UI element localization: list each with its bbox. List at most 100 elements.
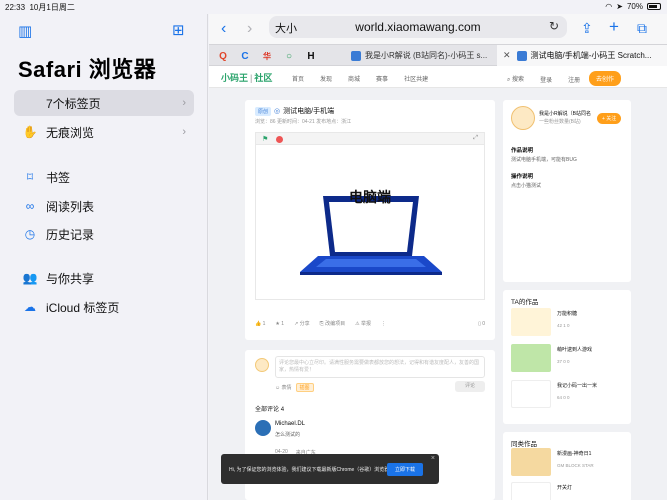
list-item[interactable]: 新漫画-神奇日1 GM BLOCK STAR [511,448,627,476]
list-item[interactable]: 萌叶逮到人游戏 37 0 0 [511,344,627,372]
comment-input[interactable]: 评论您最中心立尽印。请满性服务需要做表都放您的想法，记得和有谐友度配人，友善的国… [275,356,485,378]
author-works-card: TA的作品 万能积糖 42 1 0 萌叶逮到人游戏 37 0 0 我记小码一出一… [503,290,631,424]
sidebar-item-tabs[interactable]: 7个标签页 › [14,90,194,116]
work-thumbnail [511,448,551,476]
register-link[interactable]: 注册 [568,75,580,84]
tab-test-active[interactable]: ✕ 测试电脑/手机端-小码王 Scratch... [497,45,667,66]
forward-icon[interactable]: › [247,20,252,38]
private-hand-icon: ✋ [22,125,38,139]
similar-works-card: 同类作品 新漫画-神奇日1 GM BLOCK STAR 开关灯 [503,432,631,500]
author-subtitle: 一些粉丝数量(B站) [539,119,581,125]
project-title-row: 原创 ◎ 测试电脑/手机端 [255,106,334,116]
works-title: TA的作品 [511,299,539,306]
nav-contest[interactable]: 赛事 [376,74,388,83]
new-tab-group-icon[interactable]: ⊞ [172,21,185,39]
avatar[interactable] [511,106,535,130]
green-flag-icon[interactable]: ⚑ [262,135,268,143]
nav-shop[interactable]: 商城 [348,74,360,83]
nav-discover[interactable]: 发现 [320,74,332,83]
about-heading: 作品说明 [511,148,534,154]
safari-sidebar: ▥ ⊞ Safari 浏览器 7个标签页 › ✋ 无痕浏览 › ⌑ 书签 ∞ 阅… [0,14,208,500]
xiaomawang-favicon [351,50,361,61]
comment-text: 怎么测试的 [275,432,301,438]
project-card: 原创 ◎ 测试电脑/手机端 浏览：86 更新时间：04-21 发布地点：浙江 ⚑… [245,100,495,340]
login-link[interactable]: 登录 [540,75,552,84]
list-item[interactable]: 我记小码一出一米 64 0 0 [511,380,627,408]
project-stage[interactable]: ⚑ ⤢ 电脑端 [255,132,485,300]
toast-message: Hi, 为了保证您的浏览体验，我们建议下载最新版Chrome（谷歌）浏览器 [229,467,390,473]
tab-favicon-c[interactable]: C [237,48,253,64]
xiaomawang-favicon [516,50,527,61]
report-button[interactable]: ⚠ 举报 [355,320,371,327]
remix-button[interactable]: ⎘ 改编项目 [320,320,345,327]
author-name[interactable]: 我是小R解说（B站同名） [539,110,591,117]
reload-icon[interactable]: ↻ [549,19,559,33]
sidebar-item-icloud-tabs[interactable]: ☁ iCloud 标签页 [14,294,194,320]
avatar [255,358,269,372]
url-text[interactable]: world.xiaomawang.com [269,20,567,34]
like-button[interactable]: 👍 1 [255,321,265,327]
project-actions: 👍 1 ★ 1 ↗ 分享 ⎘ 改编项目 ⚠ 举报 ⋮ ▯ 0 [255,320,485,328]
stop-icon[interactable] [276,136,283,143]
author-card: 我是小R解说（B站同名） 一些粉丝数量(B站) + 关注 作品说明 测试电脑手机… [503,100,631,309]
back-icon[interactable]: ‹ [221,20,226,38]
original-badge: 原创 [255,106,272,116]
list-item[interactable]: 开关灯 [511,482,627,500]
chevron-right-icon: › [182,97,186,109]
download-chrome-button[interactable]: 立即下载 [387,463,424,476]
project-title: 测试电脑/手机端 [283,108,335,115]
sidebar-item-bookmarks[interactable]: ⌑ 书签 [14,164,194,190]
work-thumbnail [511,344,551,372]
similar-title: 同类作品 [511,441,537,448]
work-thumbnail [511,380,551,408]
close-tab-icon[interactable]: ✕ [503,50,511,61]
create-button[interactable]: 去创作 [589,71,622,86]
follow-button[interactable]: + 关注 [597,113,622,124]
more-button[interactable]: ⋮ [381,321,386,327]
tab-xiaor[interactable]: 我是小R解说 (B站同名)-小码王 s... [345,45,495,66]
site-logo[interactable]: 小码王 | 社区 [221,71,272,84]
history-clock-icon: ◷ [24,227,36,241]
image-button[interactable]: 插图 [295,383,314,392]
laptop-illustration [300,196,442,275]
emoji-button[interactable]: ☺ 表情 [275,384,292,391]
browser-upgrade-toast: Hi, 为了保证您的浏览体验，我们建议下载最新版Chrome（谷歌）浏览器 立即… [221,454,439,484]
ops-text: 点击小猫测试 [511,183,542,189]
tab-overview-icon[interactable]: ⧉ [637,20,647,37]
sidebar-toggle-icon[interactable]: ▥ [18,22,32,40]
project-meta: 浏览：86 更新时间：04-21 发布地点：浙江 [255,119,352,125]
comment-submit-button[interactable]: 评论 [455,381,485,392]
sidebar-item-private[interactable]: ✋ 无痕浏览 › [14,119,194,145]
icloud-icon: ☁ [24,300,36,314]
share-icon[interactable]: ⇪ [581,20,593,37]
sidebar-item-reading-list[interactable]: ∞ 阅读列表 [14,193,194,219]
share-button[interactable]: ↗ 分享 [294,320,310,327]
list-item[interactable]: 万能积糖 42 1 0 [511,308,627,336]
battery-percent: 70% [626,2,643,11]
new-tab-icon[interactable]: + [609,17,619,37]
tab-favicon-q[interactable]: Q [215,48,231,64]
status-bar: 22:33 10月1日周二 ◠ ➤ 70% [0,0,667,14]
ops-heading: 操作说明 [511,174,534,180]
tab-favicon-o[interactable]: ○ [281,48,297,64]
fullscreen-icon[interactable]: ⤢ [473,135,478,142]
work-thumbnail [511,482,551,500]
site-header: 小码王 | 社区 首页 发现 商城 赛事 社区共建 ⌕ 搜索 登录 注册 去创作 [209,66,667,88]
close-icon[interactable]: × [431,455,435,462]
nav-community[interactable]: 社区共建 [404,74,428,83]
tab-favicon-h[interactable]: H [303,48,319,64]
tab-favicon-huawei[interactable]: 华 [259,48,275,64]
about-text: 测试电脑手机端，可能有BUG [511,157,577,163]
work-thumbnail [511,308,551,336]
sidebar-item-history[interactable]: ◷ 历史记录 [14,221,194,247]
reading-list-icon: ∞ [25,199,35,213]
site-search[interactable]: ⌕ 搜索 [507,74,524,84]
sidebar-item-shared[interactable]: 👥 与你共享 [14,265,194,291]
bookmark-icon: ⌑ [26,170,34,184]
address-bar[interactable]: 大小 world.xiaomawang.com ↻ [269,16,567,38]
favorite-button[interactable]: ★ 1 [275,321,284,327]
status-time: 22:33 10月1日周二 [5,3,75,12]
nav-home[interactable]: 首页 [292,74,304,83]
comment-username[interactable]: Michael.DL [275,421,305,427]
search-icon: ⌕ [507,77,511,83]
